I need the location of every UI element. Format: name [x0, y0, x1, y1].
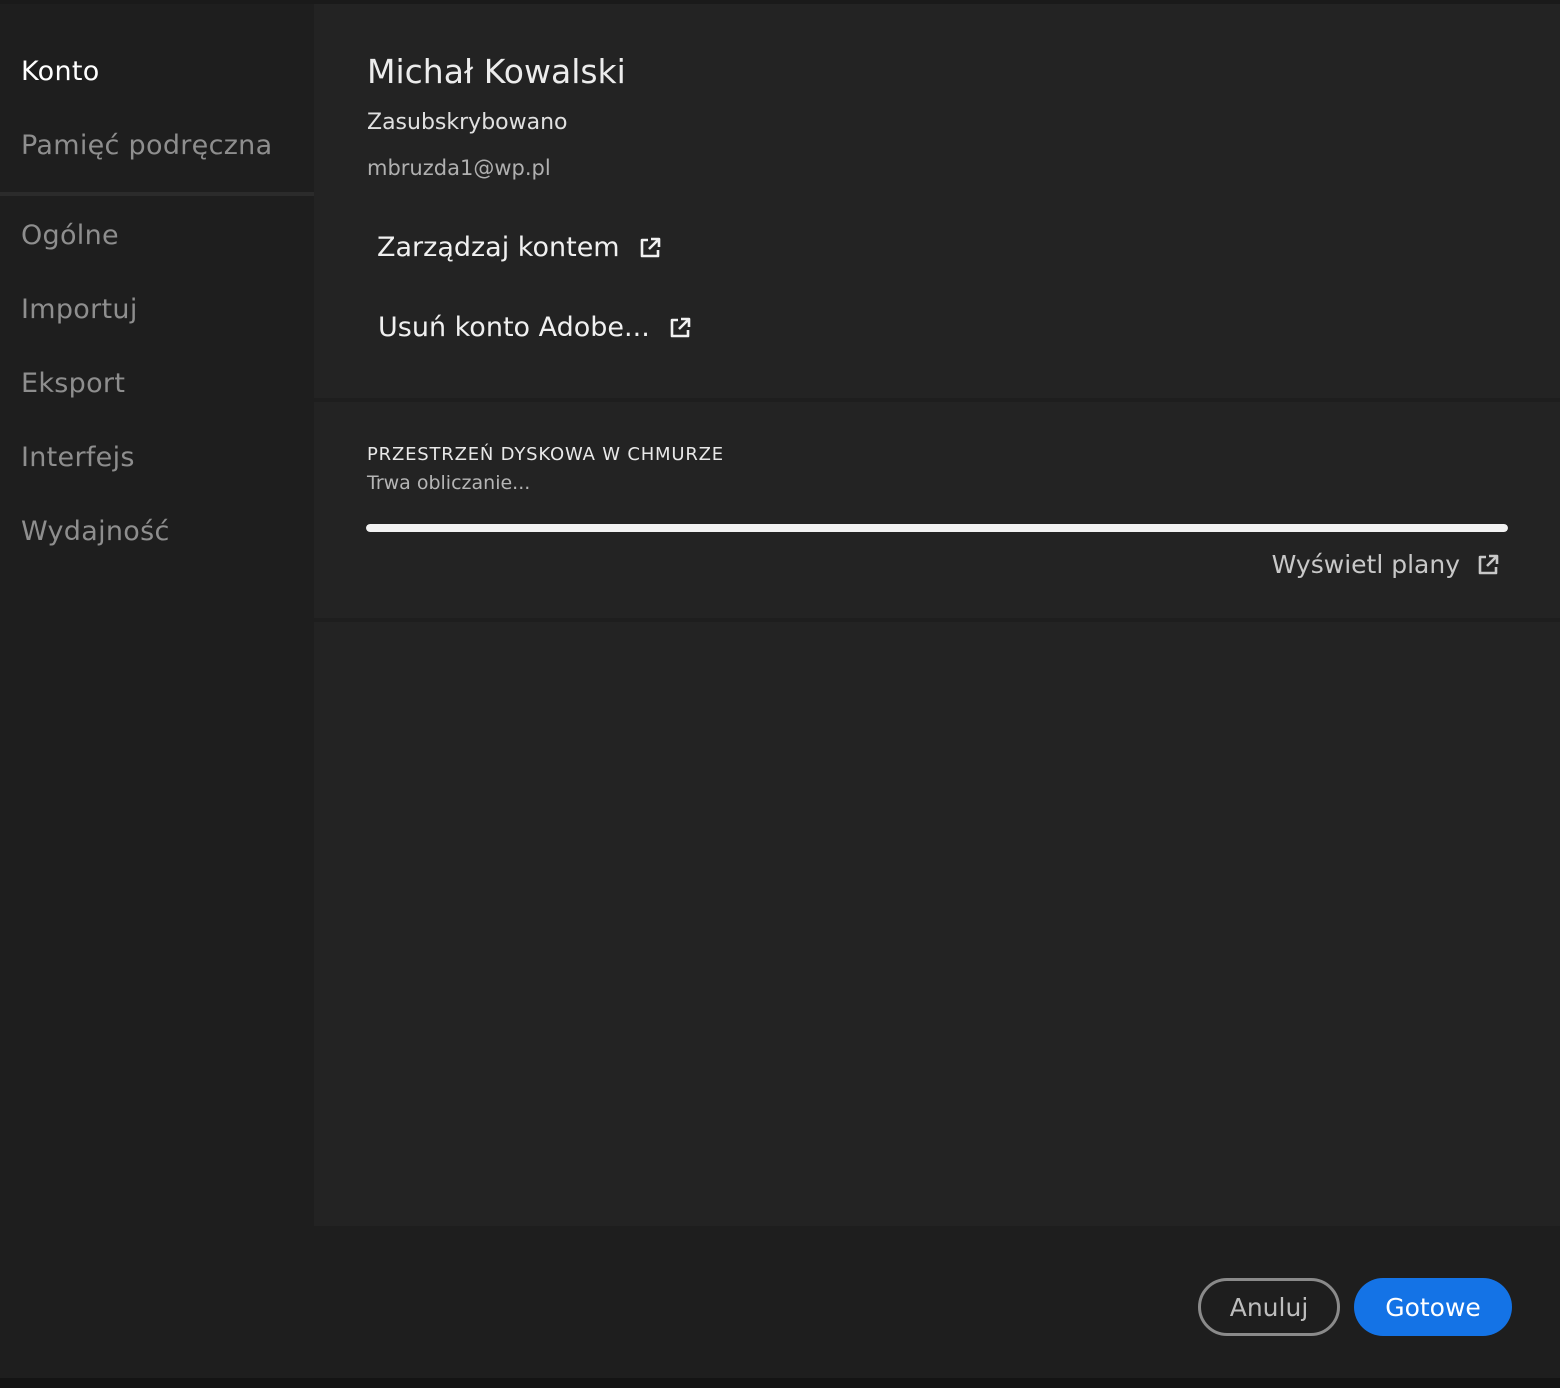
user-name: Michał Kowalski	[367, 52, 626, 91]
external-link-icon	[670, 317, 691, 337]
done-button[interactable]: Gotowe	[1354, 1278, 1512, 1336]
cloud-storage-status: Trwa obliczanie...	[367, 472, 531, 494]
delete-adobe-account-link[interactable]: Usuń konto Adobe...	[378, 312, 692, 343]
sidebar-item-ogolne[interactable]: Ogólne	[21, 220, 119, 251]
sidebar-item-konto[interactable]: Konto	[21, 56, 100, 87]
preferences-dialog: Konto Pamięć podręczna Ogólne Importuj E…	[0, 4, 1560, 1378]
external-link-icon	[640, 237, 660, 257]
cloud-storage-title: PRZESTRZEŃ DYSKOWA W CHMURZE	[367, 444, 724, 465]
storage-progress-bar	[366, 524, 1508, 532]
window-bottom-edge	[0, 1378, 1560, 1388]
main-panel: Michał Kowalski Zasubskrybowano mbruzda1…	[314, 4, 1560, 1226]
sidebar: Konto Pamięć podręczna Ogólne Importuj E…	[0, 4, 314, 1226]
storage-progress-fill	[366, 524, 1508, 532]
section-divider	[314, 618, 1560, 622]
cancel-button[interactable]: Anuluj	[1198, 1278, 1340, 1336]
sidebar-divider	[0, 192, 314, 196]
sidebar-item-importuj[interactable]: Importuj	[21, 294, 138, 325]
dialog-footer: Anuluj Gotowe	[0, 1226, 1560, 1378]
manage-account-label: Zarządzaj kontem	[377, 232, 620, 263]
sidebar-item-interfejs[interactable]: Interfejs	[21, 442, 135, 473]
view-plans-link[interactable]: Wyświetl plany	[1272, 550, 1500, 579]
user-email: mbruzda1@wp.pl	[367, 156, 551, 180]
manage-account-link[interactable]: Zarządzaj kontem	[377, 232, 662, 263]
delete-account-label: Usuń konto Adobe...	[378, 312, 650, 343]
sidebar-item-pamiec-podreczna[interactable]: Pamięć podręczna	[21, 130, 272, 161]
section-divider	[314, 398, 1560, 402]
external-link-icon	[1478, 554, 1499, 574]
sidebar-item-wydajnosc[interactable]: Wydajność	[21, 516, 170, 547]
subscription-status: Zasubskrybowano	[367, 110, 568, 135]
view-plans-label: Wyświetl plany	[1271, 550, 1460, 579]
sidebar-item-eksport[interactable]: Eksport	[21, 368, 125, 399]
